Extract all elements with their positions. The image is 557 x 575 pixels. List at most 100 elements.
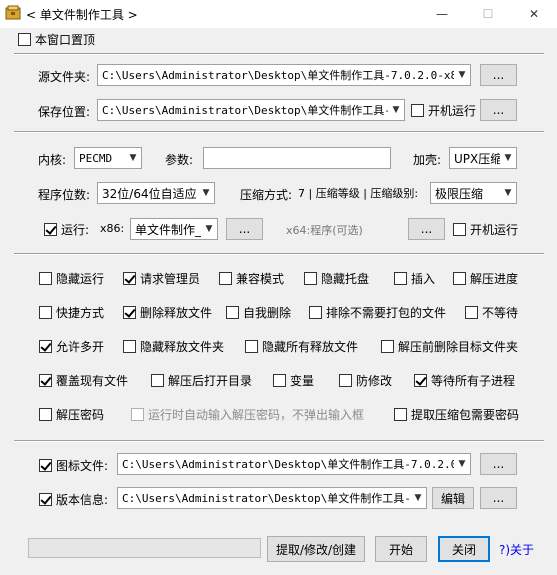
params-input[interactable] [203,147,391,169]
chevron-down-icon: ▼ [504,188,512,198]
icon-file-combo[interactable]: C:\Users\Administrator\Desktop\单文件制作工具-7… [117,453,471,475]
option-label: 覆盖现有文件 [56,374,129,388]
option-variables[interactable]: 变量 [273,372,314,389]
option-check[interactable] [39,340,52,353]
option-check[interactable] [151,374,164,387]
option-check[interactable] [39,374,52,387]
compress-method-combo[interactable]: 7 | 压缩等级 | 压缩级别: [298,182,426,204]
option-delete-target-before[interactable]: 解压前删除目标文件夹 [381,338,518,355]
option-check[interactable] [245,340,258,353]
option-check[interactable] [226,306,239,319]
chevron-down-icon: ▼ [414,493,422,503]
option-check[interactable] [381,340,394,353]
run-program-combo[interactable]: 单文件制作_ ▼ [130,218,218,240]
kernel-combo[interactable]: PECMD ▼ [74,147,142,169]
option-hide-run[interactable]: 隐藏运行 [39,270,104,287]
option-archive-password[interactable]: 提取压缩包需要密码 [394,406,519,423]
run-browse2-button[interactable]: ... [408,218,445,240]
option-label: 变量 [290,374,315,388]
compress-label: 压缩方式: [240,188,293,202]
separator [14,131,544,133]
icon-file-check[interactable] [39,459,52,472]
source-browse-button[interactable]: ... [480,64,517,86]
option-check[interactable] [131,408,144,421]
option-check[interactable] [304,272,317,285]
option-auto-input-password[interactable]: 运行时自动输入解压密码，不弹出输入框 [131,406,364,423]
option-check[interactable] [273,374,286,387]
option-label: 删除释放文件 [140,306,213,320]
close-button[interactable]: 关闭 [438,536,490,562]
icon-file-checkbox[interactable]: 图标文件: [39,457,108,474]
maximize-button[interactable]: ☐ [465,0,511,28]
extract-modify-create-button[interactable]: 提取/修改/创建 [267,536,365,562]
close-icon: ✕ [528,7,540,21]
option-extract-progress[interactable]: 解压进度 [453,270,518,287]
option-hide-tray[interactable]: 隐藏托盘 [304,270,369,287]
bitness-combo[interactable]: 32位/64位自适应 ▼ [97,182,215,204]
chevron-down-icon: ▼ [129,153,137,163]
minimize-button[interactable]: — [419,0,465,28]
option-request-admin[interactable]: 请求管理员 [123,270,200,287]
option-hide-all-released[interactable]: 隐藏所有释放文件 [245,338,358,355]
version-info-checkbox[interactable]: 版本信息: [39,491,108,508]
option-insert[interactable]: 插入 [394,270,435,287]
option-wait-children[interactable]: 等待所有子进程 [414,372,515,389]
option-self-delete[interactable]: 自我删除 [226,304,291,321]
separator [14,53,544,55]
option-check[interactable] [123,272,136,285]
run-check[interactable] [44,223,57,236]
window-title: < 单文件制作工具 > [26,8,138,22]
save-location-combo[interactable]: C:\Users\Administrator\Desktop\单文件制作工具-7… [97,99,405,121]
option-check[interactable] [39,408,52,421]
version-browse-button[interactable]: ... [480,487,517,509]
option-label: 等待所有子进程 [431,374,516,388]
option-anti-modify[interactable]: 防修改 [339,372,392,389]
minimize-icon: — [436,7,448,21]
icon-file-browse-button[interactable]: ... [480,453,517,475]
compress-level-combo[interactable]: 极限压缩 ▼ [430,182,517,204]
close-window-button[interactable]: ✕ [511,0,557,28]
option-no-wait[interactable]: 不等待 [465,304,518,321]
save-autorun-checkbox[interactable]: 开机运行 [411,102,476,119]
app-icon [5,5,21,20]
version-edit-button[interactable]: 编辑 [432,487,474,509]
start-button[interactable]: 开始 [375,536,427,562]
run-autorun-check[interactable] [453,223,466,236]
option-check[interactable] [123,306,136,319]
run-checkbox[interactable]: 运行: [44,221,89,238]
option-check[interactable] [39,272,52,285]
option-check[interactable] [219,272,232,285]
option-check[interactable] [309,306,322,319]
version-info-check[interactable] [39,493,52,506]
always-on-top-checkbox[interactable]: 本窗口置顶 [18,31,95,48]
shell-combo[interactable]: UPX压缩 ▼ [449,147,517,169]
run-browse-button[interactable]: ... [226,218,263,240]
save-browse-button[interactable]: ... [480,99,517,121]
option-delete-released[interactable]: 删除释放文件 [123,304,212,321]
source-folder-combo[interactable]: C:\Users\Administrator\Desktop\单文件制作工具-7… [97,64,471,86]
option-extract-password[interactable]: 解压密码 [39,406,104,423]
option-check[interactable] [394,272,407,285]
option-check[interactable] [394,408,407,421]
option-check[interactable] [465,306,478,319]
option-allow-multi[interactable]: 允许多开 [39,338,104,355]
version-info-combo[interactable]: C:\Users\Administrator\Desktop\单文件制作工具-7… [117,487,427,509]
option-exclude-files[interactable]: 排除不需要打包的文件 [309,304,446,321]
option-hide-release-folder[interactable]: 隐藏释放文件夹 [123,338,224,355]
always-on-top-check[interactable] [18,33,31,46]
save-autorun-check[interactable] [411,104,424,117]
option-check[interactable] [414,374,427,387]
option-shortcut[interactable]: 快捷方式 [39,304,104,321]
option-compat-mode[interactable]: 兼容模式 [219,270,284,287]
option-check[interactable] [39,306,52,319]
option-open-dir-after[interactable]: 解压后打开目录 [151,372,252,389]
about-link[interactable]: ?)关于 [499,541,534,558]
option-check[interactable] [123,340,136,353]
option-overwrite[interactable]: 覆盖现有文件 [39,372,128,389]
run-autorun-checkbox[interactable]: 开机运行 [453,221,518,238]
option-check[interactable] [453,272,466,285]
option-check[interactable] [339,374,352,387]
option-label: 防修改 [356,374,393,388]
run-program-value: 单文件制作_ [135,222,201,237]
save-location-value: C:\Users\Administrator\Desktop\单文件制作工具-7… [102,104,388,117]
